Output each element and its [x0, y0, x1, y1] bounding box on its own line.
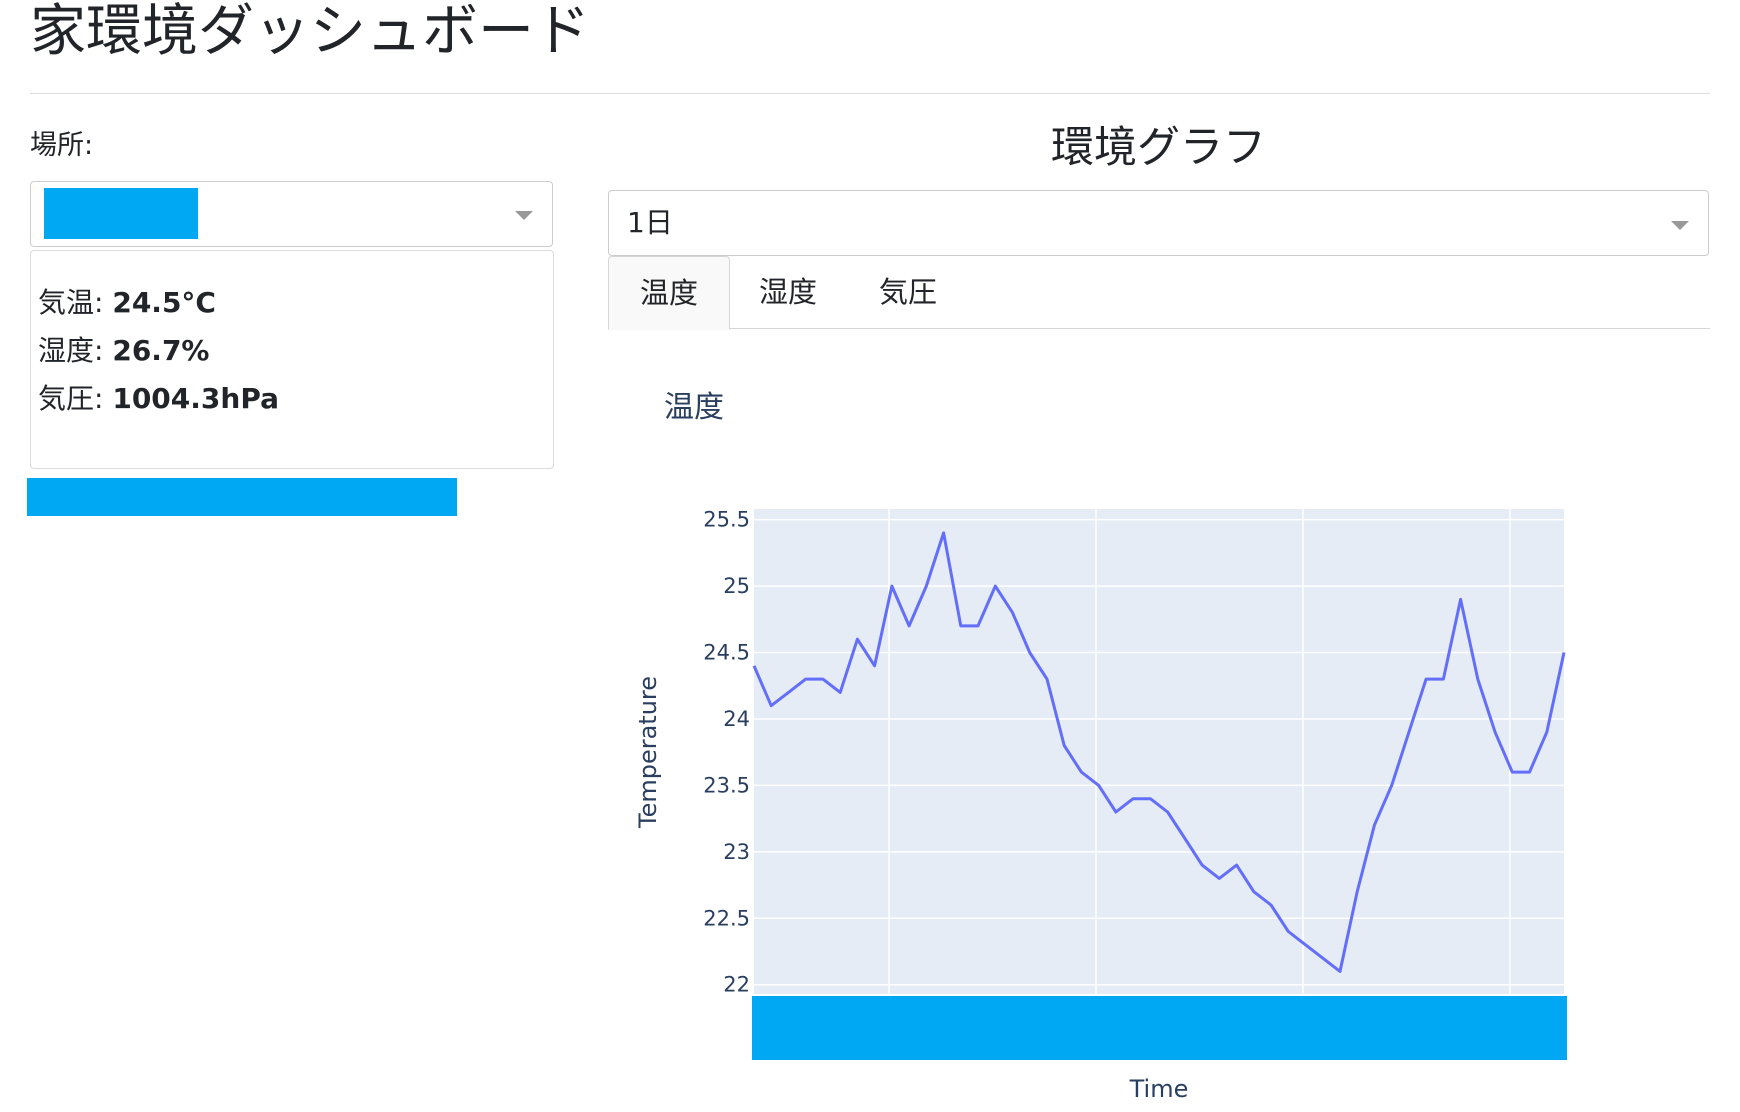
redacted-x-axis: [752, 996, 1567, 1060]
y-tick-labels: 22 22.5 23 23.5 24 24.5 25 25.5: [703, 508, 750, 997]
x-axis-title: Time: [1129, 1075, 1189, 1103]
y-tick-label: 22.5: [703, 906, 750, 930]
y-tick-label: 24: [723, 707, 750, 731]
y-tick-label: 22: [723, 973, 750, 997]
y-tick-label: 23.5: [703, 773, 750, 797]
y-tick-label: 23: [723, 840, 750, 864]
y-axis-title: Temperature: [634, 676, 662, 829]
y-tick-label: 25: [723, 574, 750, 598]
y-tick-label: 24.5: [703, 641, 750, 665]
plot-area: [754, 509, 1564, 994]
temperature-chart: 22 22.5 23 23.5 24 24.5 25 25.5 Temperature Tim…: [634, 508, 1567, 1103]
y-tick-label: 25.5: [703, 508, 750, 532]
